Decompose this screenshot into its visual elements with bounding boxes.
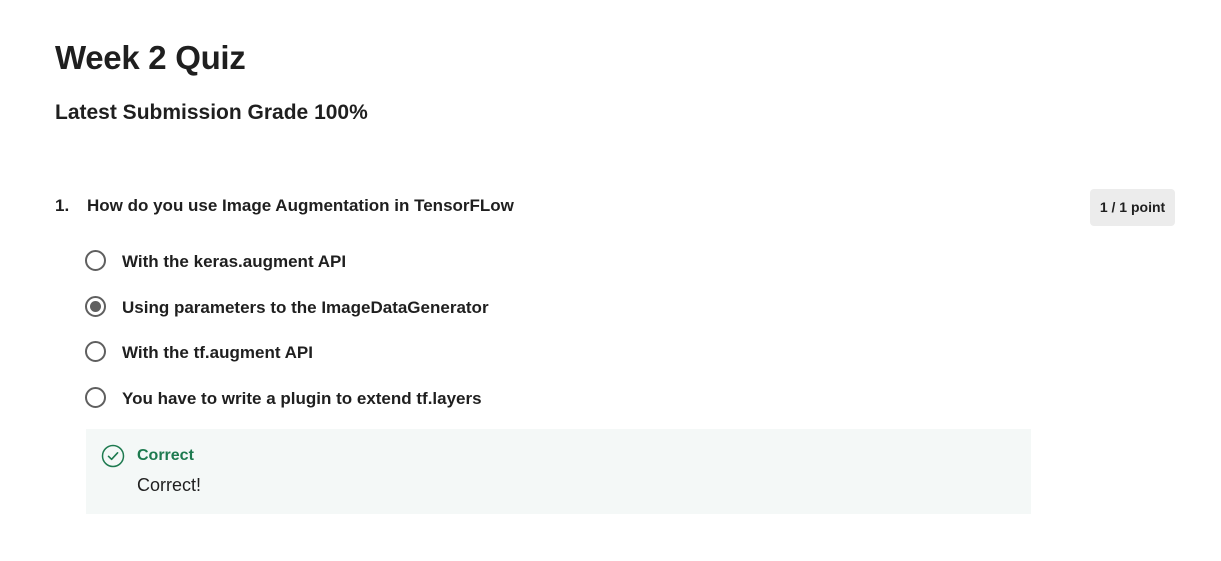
check-circle-icon bbox=[101, 444, 125, 468]
feedback-message: Correct! bbox=[137, 475, 202, 495]
answer-option-label: With the keras.augment API bbox=[122, 252, 347, 271]
submission-grade: Latest Submission Grade 100% bbox=[55, 101, 368, 124]
answer-option[interactable]: You have to write a plugin to extend tf.… bbox=[85, 385, 985, 431]
radio-button[interactable] bbox=[85, 386, 106, 408]
answer-option-label: Using parameters to the ImageDataGenerat… bbox=[122, 297, 489, 317]
answer-option[interactable]: With the keras.augment API bbox=[85, 248, 985, 294]
question-header: 1. How do you use Image Augmentation in … bbox=[55, 193, 1175, 221]
answer-option[interactable]: With the tf.augment API bbox=[85, 339, 985, 385]
answer-option[interactable]: Using parameters to the ImageDataGenerat… bbox=[85, 294, 985, 340]
radio-button-selected[interactable] bbox=[85, 295, 106, 317]
quiz-page: Week 2 Quiz Latest Submission Grade 100%… bbox=[0, 0, 1221, 561]
radio-button[interactable] bbox=[85, 341, 106, 362]
question-text: How do you use Image Augmentation in Ten… bbox=[87, 196, 514, 215]
page-title: Week 2 Quiz bbox=[55, 39, 246, 76]
points-badge: 1 / 1 point bbox=[1090, 189, 1175, 226]
radio-button[interactable] bbox=[85, 250, 106, 271]
feedback-panel: Correct Correct! bbox=[86, 429, 1031, 514]
answer-options: With the keras.augment API Using paramet… bbox=[85, 248, 985, 430]
feedback-status: Correct bbox=[137, 447, 194, 464]
answer-option-label: With the tf.augment API bbox=[122, 343, 313, 362]
answer-option-label: You have to write a plugin to extend tf.… bbox=[122, 388, 482, 408]
question-number: 1. bbox=[55, 196, 70, 215]
